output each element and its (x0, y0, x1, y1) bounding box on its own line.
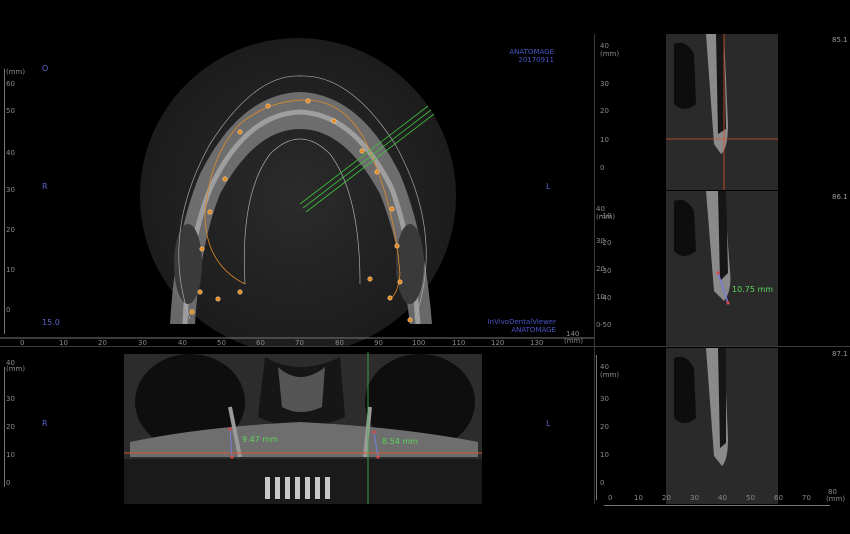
cs-x-tick: 10 (634, 494, 643, 502)
pano-y-tick: 10 (6, 451, 15, 459)
axial-x-tick: 20 (98, 339, 107, 346)
cs-x-tick: 40 (718, 494, 727, 502)
axial-right-unit: (mm) (600, 50, 620, 58)
orientation-left-marker: R (42, 182, 48, 191)
cs-x-tick: 30 (690, 494, 699, 502)
viewer-name: InVivoDentalViewer (487, 318, 556, 326)
orientation-top-marker: O (42, 64, 49, 73)
axial-x-tick: 60 (256, 339, 265, 346)
orientation-right-marker: L (546, 182, 551, 191)
pano-right-ruler-line (596, 355, 597, 500)
cross-section-2[interactable]: 10.75 mm (666, 191, 778, 346)
axial-scan-image (0, 38, 594, 346)
panoramic-view[interactable]: (mm) 40 30 20 10 0 R L 9.47 mm 8.54 mm (0, 347, 594, 504)
axial-x-tick: 50 (217, 339, 226, 346)
axial-x-tick: 30 (138, 339, 147, 346)
pano-right-tick: 10 (600, 451, 609, 459)
pano-right-ruler: (mm) 40 30 20 10 0 (596, 347, 620, 504)
axial-y-tick: 10 (6, 266, 15, 274)
cs-y-tick: 30 (596, 237, 605, 245)
axial-y-tick: 50 (6, 107, 15, 115)
pano-right-tick: 20 (600, 423, 609, 431)
slice-label-1: 85.1 (832, 36, 848, 44)
axial-right-tick: 10 (600, 136, 609, 144)
pano-right-unit: (mm) (600, 371, 620, 379)
cs-x-tick: 0 (608, 494, 613, 502)
axial-unit-label: (mm) (6, 68, 26, 76)
axial-x-tick: 100 (412, 339, 426, 346)
axial-x-tick: 80 (335, 339, 344, 346)
pano-right-marker: L (546, 419, 551, 428)
cs-y-tick: 40 (596, 205, 605, 213)
pano-right-tick: 40 (600, 363, 609, 371)
slice-value: 15.0 (42, 318, 60, 327)
axial-y-tick: 20 (6, 226, 15, 234)
axial-y-tick: 60 (6, 80, 15, 88)
pano-right-tick: 0 (600, 479, 605, 487)
cs-x-unit: (mm) (826, 495, 846, 503)
slice-label-3: 87.1 (832, 350, 848, 358)
cs-unit: (mm) (596, 213, 616, 221)
axial-x-tick: 110 (452, 339, 466, 346)
axial-x-tick: 40 (178, 339, 187, 346)
axial-y-tick: 0 (6, 306, 11, 314)
cs-x-tick: 60 (774, 494, 783, 502)
axial-x-tick: 120 (491, 339, 505, 346)
cross-section-1[interactable] (666, 34, 778, 190)
pano-y-tick: 0 (6, 479, 11, 487)
axial-right-tick: 0 (600, 164, 605, 172)
axial-x-unit: (mm) (564, 337, 584, 345)
axial-x-tick: 90 (374, 339, 383, 346)
cross-section-2-image (666, 191, 778, 346)
brand-logo: ANATOMAGE 20170911 (509, 48, 554, 64)
cross-section-ruler: (mm) 40 30 20 10 0 (596, 191, 664, 504)
pano-left-ruler (4, 367, 5, 487)
measurement-right[interactable]: 8.54 mm (382, 437, 418, 446)
brand-name: ANATOMAGE (509, 48, 554, 56)
axial-x-tick: 10 (59, 339, 68, 346)
pano-y-tick: 30 (6, 395, 15, 403)
cs-x-tick: 20 (662, 494, 671, 502)
pano-left-marker: R (42, 419, 48, 428)
slice-label-2: 86.1 (832, 193, 848, 201)
axial-view[interactable]: (mm) 60 50 40 30 20 10 0 O R L 15.0 ANAT… (0, 34, 594, 346)
axial-x-tick: 0 (20, 339, 25, 346)
cross-section-measurement[interactable]: 10.75 mm (732, 285, 773, 294)
pano-y-tick: 40 (6, 359, 15, 367)
viewer-footer: InVivoDentalViewer ANATOMAGE (488, 318, 556, 334)
axial-x-tick: 70 (295, 339, 304, 346)
vendor-name: ANATOMAGE (511, 326, 556, 334)
cross-section-3-image (666, 348, 778, 504)
axial-y-tick: 40 (6, 149, 15, 157)
axial-y-tick: 30 (6, 186, 15, 194)
pano-y-tick: 20 (6, 423, 15, 431)
axial-left-ruler (4, 69, 5, 334)
cs-x-tick: 70 (802, 494, 811, 502)
axial-right-tick: 20 (600, 107, 609, 115)
cs-y-tick: 20 (596, 265, 605, 273)
cross-section-1-image (666, 34, 778, 190)
measurement-left[interactable]: 9.47 mm (242, 435, 278, 444)
pano-right-tick: 30 (600, 395, 609, 403)
axial-right-tick: -50 (600, 321, 612, 329)
axial-right-tick: 30 (600, 80, 609, 88)
cs-y-tick: 10 (596, 293, 605, 301)
cs-x-tick: 50 (746, 494, 755, 502)
cs-y-tick: 0 (596, 321, 601, 329)
study-date: 20170911 (518, 56, 554, 64)
cs-bottom-ruler (604, 505, 830, 506)
panoramic-scan-image (124, 352, 482, 504)
cross-section-3[interactable] (666, 348, 778, 504)
vertical-divider[interactable] (594, 34, 595, 504)
axial-x-tick: 130 (530, 339, 544, 346)
axial-right-tick: 40 (600, 42, 609, 50)
